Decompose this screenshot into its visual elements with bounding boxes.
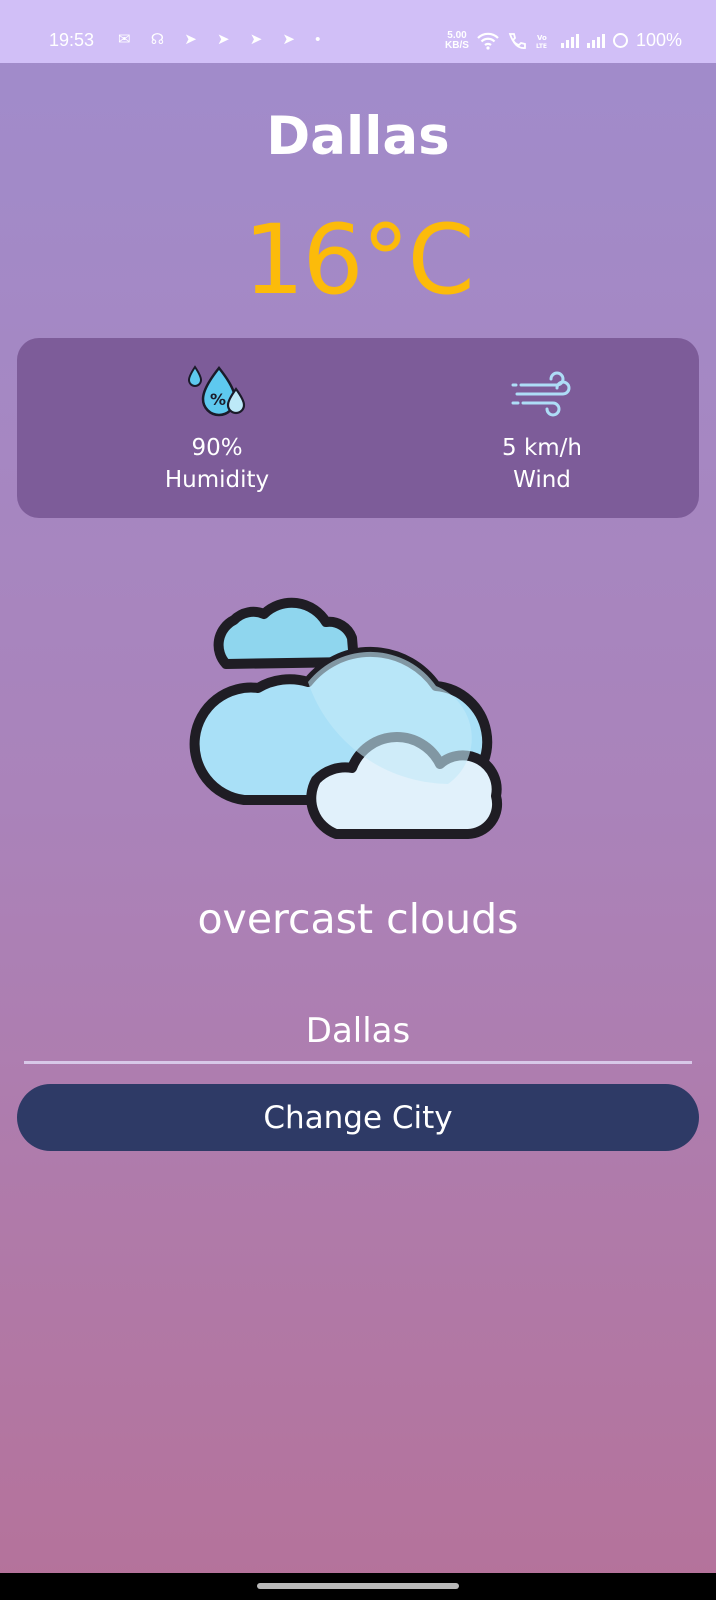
status-bar: 19:53 ✉ ☊ ➤ ➤ ➤ ➤ • 5.00 KB/S Vo LTE 100… bbox=[0, 0, 716, 63]
wind-icon bbox=[511, 371, 571, 417]
status-time: 19:53 bbox=[49, 30, 95, 50]
call-icon bbox=[508, 32, 526, 49]
status-right: 5.00 KB/S Vo LTE 100% bbox=[445, 30, 682, 51]
wind-value: 5 km/h bbox=[502, 435, 582, 461]
overcast-clouds-icon bbox=[189, 597, 503, 839]
humidity-icon: % bbox=[187, 365, 246, 417]
humidity-label: Humidity bbox=[164, 467, 270, 493]
humidity-section: % 90% Humidity bbox=[117, 363, 317, 493]
change-city-button[interactable]: Change City bbox=[17, 1084, 699, 1151]
network-speed-unit: KB/S bbox=[445, 39, 469, 51]
wind-label: Wind bbox=[513, 467, 571, 493]
svg-text:LTE: LTE bbox=[536, 43, 547, 50]
volte-icon: Vo LTE bbox=[536, 34, 547, 50]
signal-strength-icon-2 bbox=[586, 33, 605, 48]
signal-strength-icon-1 bbox=[560, 33, 579, 48]
network-speed-value: 5.00 bbox=[447, 29, 467, 41]
temperature: 16°C bbox=[243, 204, 474, 316]
city-input[interactable] bbox=[24, 1000, 692, 1064]
battery-level: 100% bbox=[635, 30, 682, 50]
humidity-value: 90% bbox=[191, 435, 243, 461]
svg-text:Vo: Vo bbox=[537, 34, 547, 42]
navigation-bar bbox=[0, 1573, 716, 1600]
svg-text:%: % bbox=[210, 390, 226, 409]
wind-section: 5 km/h Wind bbox=[442, 363, 642, 493]
wifi-icon bbox=[477, 32, 499, 50]
city-title: Dallas bbox=[266, 106, 450, 167]
home-indicator[interactable] bbox=[257, 1583, 459, 1589]
weather-description: overcast clouds bbox=[197, 895, 519, 943]
weather-details-card: % 90% Humidity 5 km/h Wind bbox=[17, 338, 699, 518]
battery-icon bbox=[612, 33, 628, 48]
network-speed: 5.00 KB/S bbox=[445, 29, 469, 51]
notification-icons: ✉ ☊ ➤ ➤ ➤ ➤ • bbox=[118, 31, 329, 48]
